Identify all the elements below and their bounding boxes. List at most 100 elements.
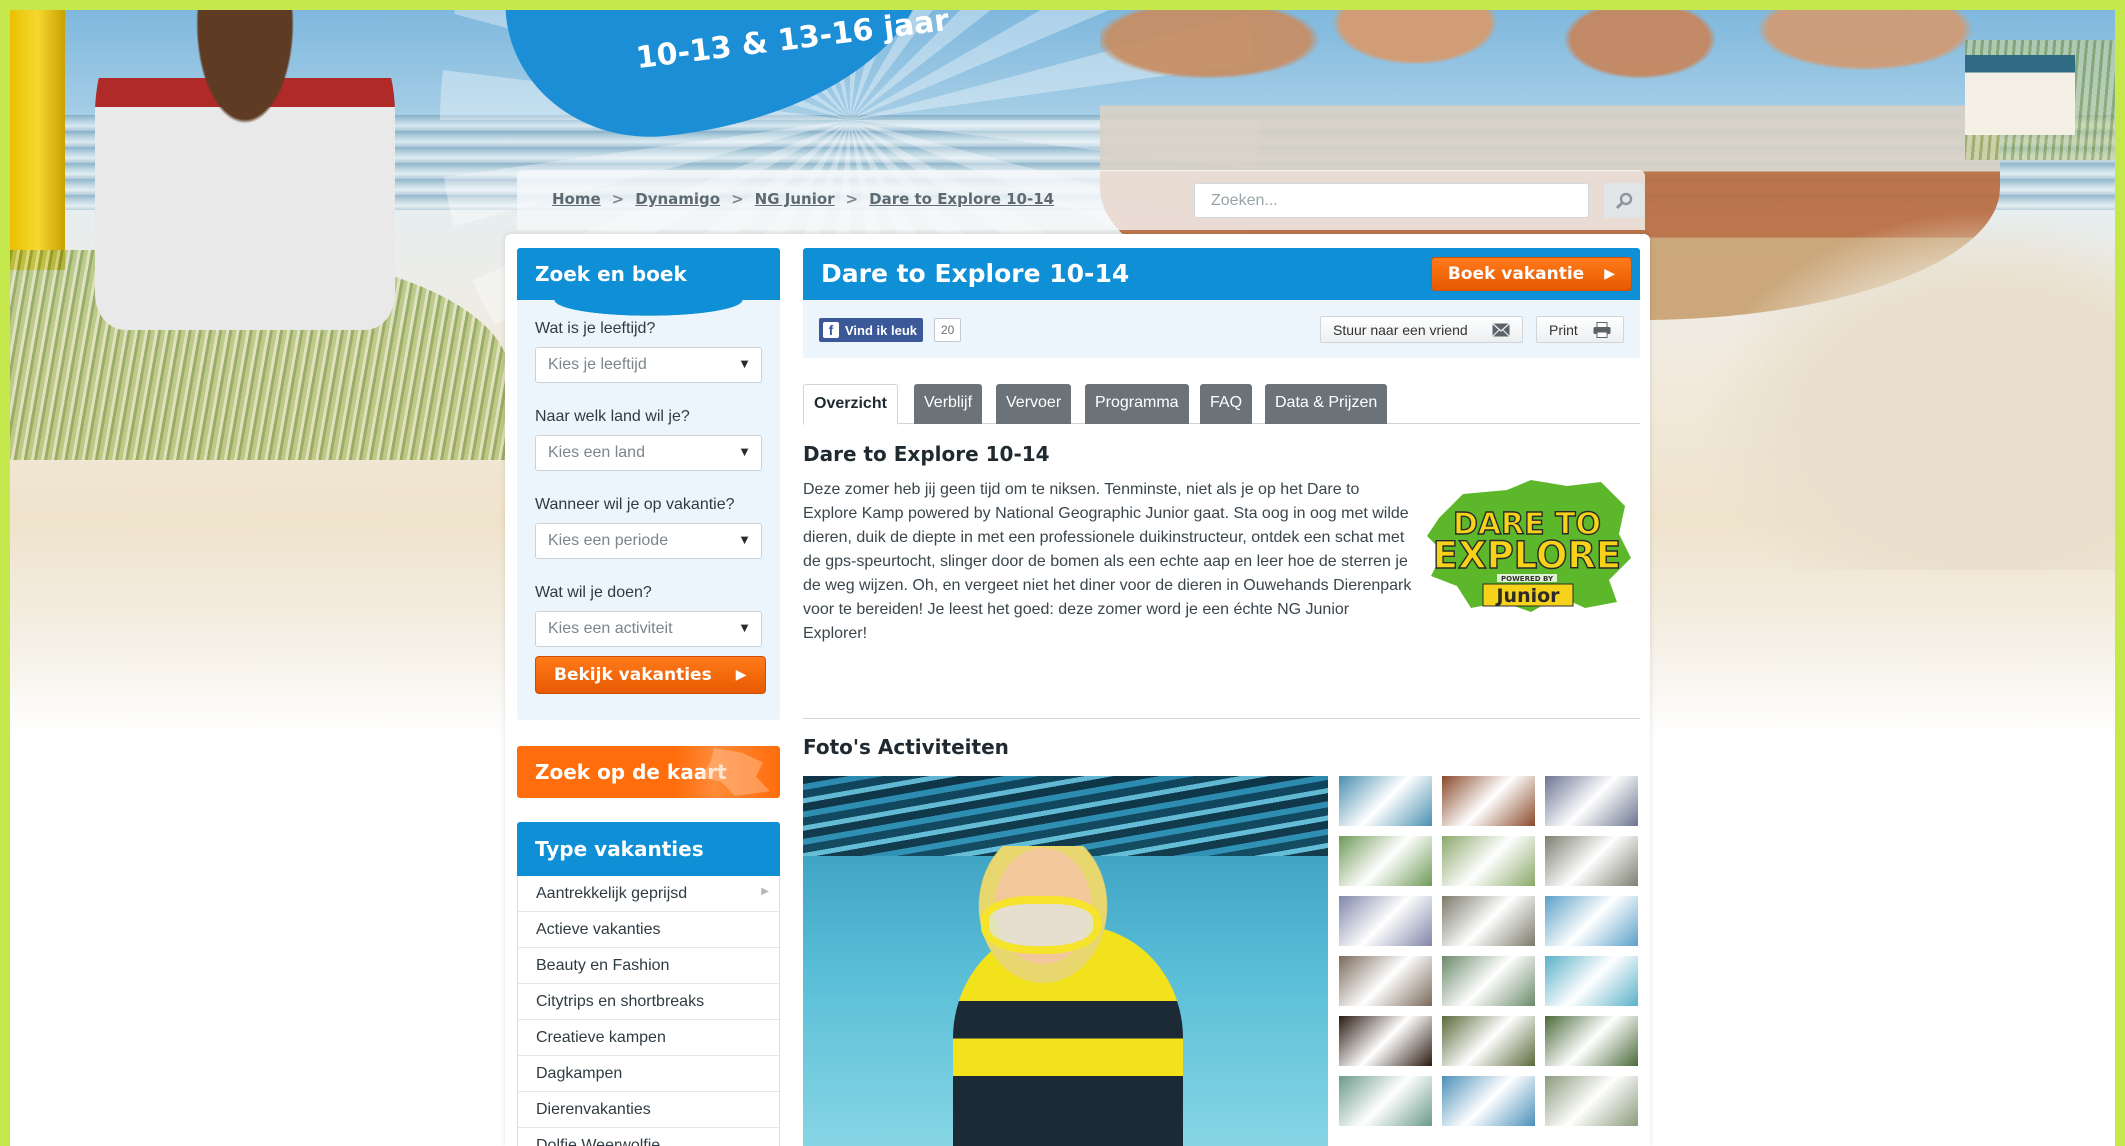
bekijk-vakanties-button[interactable]: Bekijk vakanties ▶ [535,656,766,694]
type-item-citytrips[interactable]: Citytrips en shortbreaks [518,984,779,1020]
tab-faq[interactable]: FAQ [1200,384,1253,424]
type-item-actieve-vakanties[interactable]: Actieve vakanties [518,912,779,948]
type-item-dierenvakanties[interactable]: Dierenvakanties [518,1092,779,1128]
content-title: Dare to Explore 10-14 [803,442,1050,466]
breadcrumb-separator-icon: > [845,190,859,208]
zoek-form: Wat is je leeftijd? Kies je leeftijd ▼ N… [535,320,763,672]
magnifier-icon [1615,192,1633,209]
print-button[interactable]: Print [1536,316,1624,343]
search-input[interactable]: Zoeken... [1194,183,1589,218]
facebook-like-button[interactable]: f Vind ik leuk [819,318,924,342]
tab-bar: Overzicht Verblijf Vervoer Programma FAQ… [803,384,1640,425]
photo-thumbnail[interactable] [1545,1076,1638,1126]
breadcrumb-separator-icon: > [731,190,744,208]
main-content: Dare to Explore 10-14 Boek vakantie ▶ f … [803,248,1640,1146]
photo-thumbnail[interactable] [1442,1076,1535,1126]
breadcrumb-separator-icon: > [611,190,625,208]
tab-overzicht[interactable]: Overzicht [803,384,898,425]
photo-thumbnail[interactable] [1442,836,1535,886]
age-select[interactable]: Kies je leeftijd ▼ [535,347,762,383]
country-select[interactable]: Kies een land ▼ [535,435,762,471]
social-bar: f Vind ik leuk 20 Stuur naar een vriend … [803,300,1640,358]
photo-thumbnail[interactable] [1545,896,1638,946]
type-item-dolfje-weerwolfje[interactable]: Dolfje Weerwolfje [518,1128,779,1146]
photo-thumbnail[interactable] [1339,956,1432,1006]
page-title-bar: Dare to Explore 10-14 Boek vakantie ▶ [803,248,1640,300]
diving-mask [981,896,1101,954]
photo-thumbnail[interactable] [1339,776,1432,826]
boek-vakantie-button[interactable]: Boek vakantie ▶ [1430,257,1632,291]
type-item-aantrekkelijk-geprijsd[interactable]: Aantrekkelijk geprijsd ▶ [518,876,779,912]
photo-thumbnail[interactable] [1339,896,1432,946]
facebook-icon: f [823,322,839,338]
printer-icon [1593,321,1611,338]
search-button[interactable] [1604,183,1644,218]
breadcrumb-home[interactable]: Home [552,190,601,208]
type-vakanties-list: Aantrekkelijk geprijsd ▶ Actieve vakanti… [517,876,780,1146]
boek-vakantie-label: Boek vakantie [1447,264,1585,284]
map-icon [700,748,770,796]
breadcrumb: Home > Dynamigo > NG Junior > Dare to Ex… [552,190,1054,208]
photo-thumbnail[interactable] [1339,1016,1432,1066]
photo-thumbnail[interactable] [1339,1076,1432,1126]
type-item-label: Dolfje Weerwolfje [536,1137,661,1146]
photo-thumbnail[interactable] [1442,776,1535,826]
yellow-pole [10,10,65,270]
type-item-label: Dierenvakanties [536,1101,651,1118]
dare-to-explore-logo: DARE TO EXPLORE POWERED BY Junior [1427,480,1631,612]
type-item-label: Dagkampen [536,1065,623,1082]
logo-brand: Junior [1494,585,1560,607]
type-item-beauty-en-fashion[interactable]: Beauty en Fashion [518,948,779,984]
period-select-value: Kies een periode [548,532,669,549]
photo-thumbnail[interactable] [1442,1016,1535,1066]
facebook-like-label: Vind ik leuk [845,322,918,338]
photo-thumbnail[interactable] [1442,956,1535,1006]
photo-thumbnail[interactable] [1442,896,1535,946]
country-label: Naar welk land wil je? [535,408,690,425]
period-label: Wanneer wil je op vakantie? [535,496,735,513]
photo-thumbnail[interactable] [1545,776,1638,826]
send-to-friend-button[interactable]: Stuur naar een vriend [1320,316,1523,343]
dropdown-arrow-icon: ▼ [738,356,751,371]
photo-thumbnail[interactable] [1545,956,1638,1006]
type-item-label: Aantrekkelijk geprijsd [536,885,688,902]
page-container: Home > Dynamigo > NG Junior > Dare to Ex… [505,170,1650,1146]
type-item-creatieve-kampen[interactable]: Creatieve kampen [518,1020,779,1056]
chevron-right-icon: ▶ [735,667,747,683]
breadcrumb-dynamigo[interactable]: Dynamigo [635,190,720,208]
kid-photo-left [95,10,395,330]
type-item-label: Creatieve kampen [536,1029,666,1046]
content-description: Deze zomer heb jij geen tijd om te nikse… [803,481,1412,642]
facebook-like-count: 20 [934,318,962,342]
tab-programma[interactable]: Programma [1085,384,1189,424]
zoek-op-de-kaart-button[interactable]: Zoek op de kaart [517,746,780,798]
main-photo[interactable] [803,776,1328,1146]
photo-thumbnail[interactable] [1339,836,1432,886]
sidebar: Zoek en boek Wat is je leeftijd? Kies je… [517,248,780,1146]
dropdown-arrow-icon: ▼ [738,620,751,635]
breadcrumb-bar: Home > Dynamigo > NG Junior > Dare to Ex… [517,170,1645,230]
breadcrumb-current[interactable]: Dare to Explore 10-14 [869,190,1054,208]
logo-powered-by: POWERED BY [1501,575,1554,583]
tab-verblijf[interactable]: Verblijf [914,384,983,424]
type-item-label: Actieve vakanties [536,921,661,938]
dropdown-arrow-icon: ▼ [738,444,751,459]
send-to-friend-label: Stuur naar een vriend [1333,321,1468,338]
tab-data-en-prijzen[interactable]: Data & Prijzen [1265,384,1388,424]
zoek-en-boek-title: Zoek en boek [517,248,780,300]
zoek-en-boek-box: Zoek en boek Wat is je leeftijd? Kies je… [517,248,780,720]
breadcrumb-ng-junior[interactable]: NG Junior [755,190,835,208]
type-item-label: Beauty en Fashion [536,957,670,974]
type-item-dagkampen[interactable]: Dagkampen [518,1056,779,1092]
type-item-label: Citytrips en shortbreaks [536,993,705,1010]
zoek-op-de-kaart-label: Zoek op de kaart [535,760,727,784]
period-select[interactable]: Kies een periode ▼ [535,523,762,559]
tab-vervoer[interactable]: Vervoer [996,384,1072,424]
triangle-right-icon: ▶ [761,886,769,897]
activity-select[interactable]: Kies een activiteit ▼ [535,611,762,647]
photo-thumbnail[interactable] [1545,836,1638,886]
photo-thumbnail[interactable] [1545,1016,1638,1066]
bekijk-vakanties-label: Bekijk vakanties [554,665,712,685]
print-label: Print [1549,321,1578,338]
content-panel: Zoek en boek Wat is je leeftijd? Kies je… [505,234,1650,1146]
